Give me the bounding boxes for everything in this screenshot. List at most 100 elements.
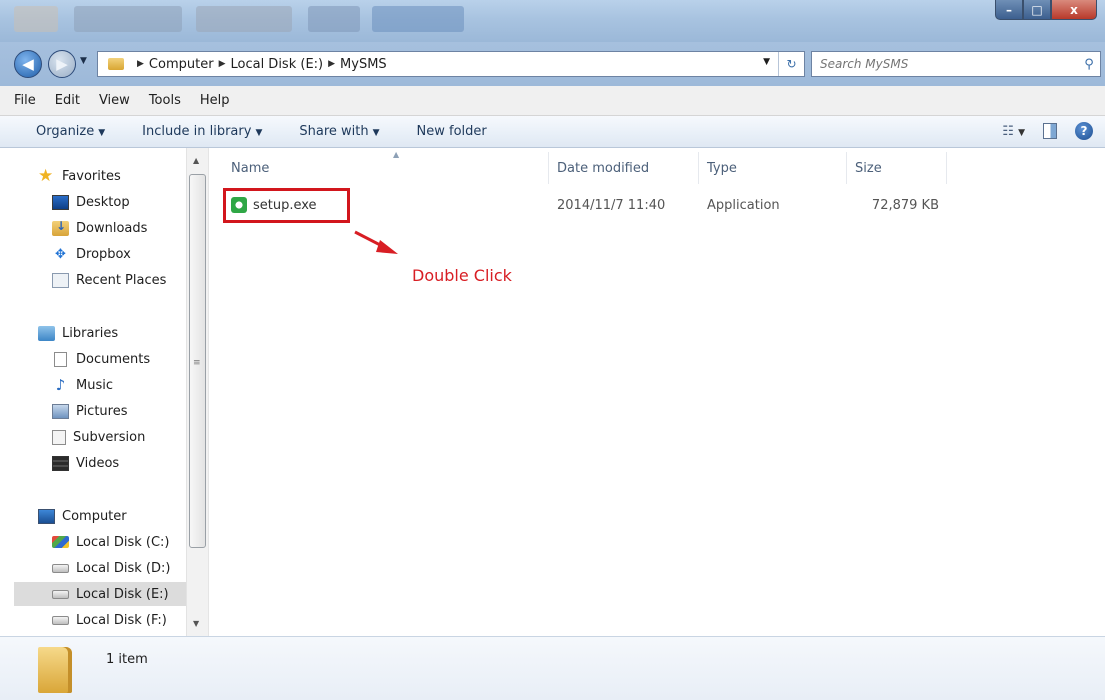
views-icon: ☷ (1002, 123, 1014, 139)
nav-computer-label: Computer (62, 508, 127, 524)
file-type: Application (707, 197, 780, 213)
nav-documents-label: Documents (76, 351, 151, 367)
scroll-up-icon[interactable]: ▲ (193, 156, 199, 165)
annotation-double-click: Double Click (412, 266, 512, 285)
window-controls: – □ x (995, 0, 1097, 20)
menu-edit[interactable]: Edit (55, 93, 80, 108)
search-box[interactable]: ⚲ (811, 51, 1101, 77)
include-in-library-button[interactable]: Include in library ▼ (142, 124, 262, 139)
navigation-pane: ★ Favorites Desktop Downloads ✥ Dropbox Re… (0, 148, 208, 636)
breadcrumb-mysms[interactable]: MySMS (340, 57, 387, 72)
column-size[interactable]: Size (847, 152, 947, 184)
blurred-title-segment (196, 6, 292, 32)
menu-file[interactable]: File (14, 93, 36, 108)
nav-pictures-label: Pictures (76, 403, 128, 419)
menu-bar: File Edit View Tools Help (0, 86, 1105, 116)
blurred-title-segment (14, 6, 58, 32)
pictures-icon (52, 403, 69, 419)
nav-scrollbar[interactable]: ▲ ≡ ▼ (186, 148, 208, 636)
chevron-down-icon: ▼ (1018, 127, 1025, 138)
recent-pages-dropdown[interactable]: ▼ (80, 56, 87, 66)
new-folder-button[interactable]: New folder (417, 124, 487, 139)
folder-icon (108, 58, 124, 70)
nav-favorites-label: Favorites (62, 168, 121, 184)
folder-icon (38, 647, 72, 693)
blurred-title-segment (372, 6, 464, 32)
share-with-button[interactable]: Share with ▼ (299, 124, 379, 139)
address-row: ◀ ▶ ▼ ▶ Computer ▶ Local Disk (E:) ▶ MyS… (0, 42, 1105, 86)
nav-dropbox-label: Dropbox (76, 246, 131, 262)
file-date-modified: 2014/11/7 11:40 (557, 197, 666, 213)
red-arrow-icon (354, 230, 398, 254)
grip-icon: ≡ (193, 358, 201, 368)
desktop-icon (52, 194, 69, 210)
search-input[interactable] (812, 57, 1078, 71)
nav-downloads-label: Downloads (76, 220, 148, 236)
chevron-right-icon[interactable]: ▶ (219, 59, 226, 69)
star-icon: ★ (38, 165, 54, 186)
preview-pane-icon[interactable] (1043, 123, 1057, 139)
close-button[interactable]: x (1051, 0, 1097, 20)
nav-local-disk-e-label: Local Disk (E:) (76, 586, 169, 602)
menu-help[interactable]: Help (200, 93, 230, 108)
nav-local-disk-e[interactable]: Local Disk (E:) (14, 582, 186, 606)
breadcrumb-computer[interactable]: Computer (149, 57, 214, 72)
nav-local-disk-d-label: Local Disk (D:) (76, 560, 171, 576)
nav-libraries-label: Libraries (62, 325, 119, 341)
back-button[interactable]: ◀ (14, 50, 42, 78)
nav-recent-places-label: Recent Places (76, 272, 167, 288)
address-dropdown-icon[interactable]: ▼ (763, 57, 770, 67)
organize-button[interactable]: Organize ▼ (36, 124, 105, 139)
nav-music-label: Music (76, 377, 113, 393)
videos-icon (52, 455, 69, 471)
organize-label: Organize (36, 124, 95, 139)
address-bar[interactable]: ▶ Computer ▶ Local Disk (E:) ▶ MySMS ▼ ↻ (97, 51, 805, 77)
include-in-library-label: Include in library (142, 124, 252, 139)
view-controls: ☷ ▼ ? (1002, 122, 1093, 140)
dropbox-icon: ✥ (55, 246, 66, 262)
highlight-box (223, 188, 350, 223)
maximize-button[interactable]: □ (1023, 0, 1051, 20)
breadcrumb-local-disk-e[interactable]: Local Disk (E:) (230, 57, 323, 72)
item-count: 1 item (106, 652, 148, 667)
details-pane: 1 item (0, 636, 1105, 700)
chevron-down-icon: ▼ (98, 128, 106, 138)
nav-local-disk-c-label: Local Disk (C:) (76, 534, 170, 550)
downloads-icon (52, 219, 69, 236)
chevron-down-icon: ▼ (255, 128, 263, 138)
libraries-icon (38, 325, 55, 341)
column-type[interactable]: Type (699, 152, 847, 184)
file-size: 72,879 KB (871, 197, 939, 213)
blurred-title-segment (74, 6, 182, 32)
recent-places-icon (52, 272, 69, 288)
disk-icon (52, 615, 69, 625)
nav-videos-label: Videos (76, 455, 120, 471)
column-name-label: Name (231, 160, 270, 176)
column-date-modified[interactable]: Date modified (549, 152, 699, 184)
nav-desktop-label: Desktop (76, 194, 130, 210)
sort-ascending-icon: ▲ (393, 150, 400, 159)
change-view-button[interactable]: ☷ ▼ (1002, 124, 1025, 139)
chevron-down-icon: ▼ (372, 128, 380, 138)
computer-icon (38, 508, 55, 524)
scroll-down-icon[interactable]: ▼ (193, 619, 199, 628)
music-icon: ♪ (55, 375, 66, 394)
search-icon[interactable]: ⚲ (1078, 57, 1100, 72)
column-name[interactable]: Name ▲ (223, 150, 549, 184)
system-disk-icon (52, 536, 69, 548)
nav-subversion-label: Subversion (73, 429, 146, 445)
disk-icon (52, 563, 69, 573)
title-bar: – □ x (0, 0, 1105, 42)
chevron-right-icon[interactable]: ▶ (328, 59, 335, 69)
subversion-icon (52, 429, 66, 445)
minimize-button[interactable]: – (995, 0, 1023, 20)
command-bar: Organize ▼ Include in library ▼ Share with… (0, 116, 1105, 148)
back-icon: ◀ (22, 55, 34, 73)
help-icon[interactable]: ? (1075, 122, 1093, 140)
forward-button[interactable]: ▶ (48, 50, 76, 78)
documents-icon (54, 351, 67, 367)
refresh-icon[interactable]: ↻ (778, 52, 804, 76)
chevron-right-icon[interactable]: ▶ (137, 59, 144, 69)
menu-tools[interactable]: Tools (149, 93, 181, 108)
menu-view[interactable]: View (99, 93, 130, 108)
